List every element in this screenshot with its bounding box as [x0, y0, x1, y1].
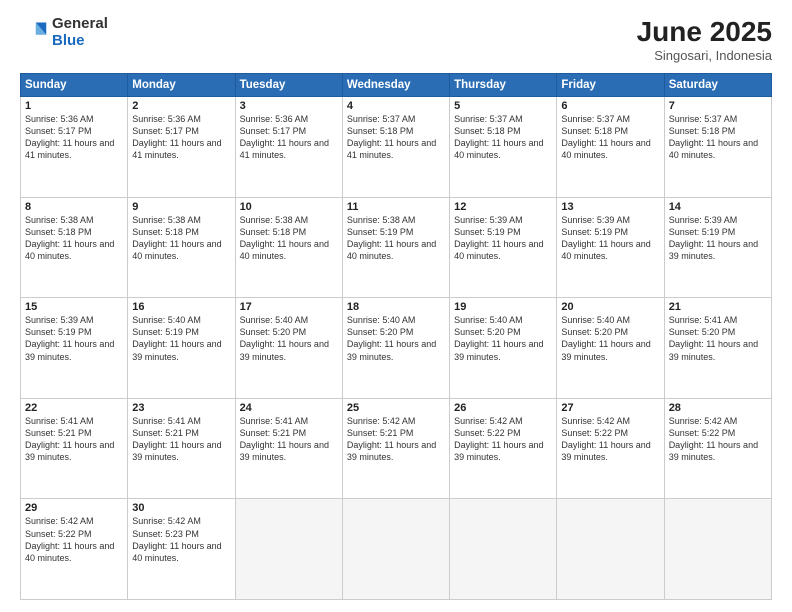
calendar-header-row: Sunday Monday Tuesday Wednesday Thursday…: [21, 74, 772, 97]
col-friday: Friday: [557, 74, 664, 97]
calendar-subtitle: Singosari, Indonesia: [637, 48, 772, 63]
table-row: 20 Sunrise: 5:40 AM Sunset: 5:20 PM Dayl…: [557, 298, 664, 399]
table-row: 18 Sunrise: 5:40 AM Sunset: 5:20 PM Dayl…: [342, 298, 449, 399]
table-row: 19 Sunrise: 5:40 AM Sunset: 5:20 PM Dayl…: [450, 298, 557, 399]
table-row: 23 Sunrise: 5:41 AM Sunset: 5:21 PM Dayl…: [128, 398, 235, 499]
table-row: 15 Sunrise: 5:39 AM Sunset: 5:19 PM Dayl…: [21, 298, 128, 399]
col-sunday: Sunday: [21, 74, 128, 97]
table-row: 27 Sunrise: 5:42 AM Sunset: 5:22 PM Dayl…: [557, 398, 664, 499]
table-row: 28 Sunrise: 5:42 AM Sunset: 5:22 PM Dayl…: [664, 398, 771, 499]
table-row: 29 Sunrise: 5:42 AM Sunset: 5:22 PM Dayl…: [21, 499, 128, 600]
table-row: [450, 499, 557, 600]
table-row: [235, 499, 342, 600]
table-row: 26 Sunrise: 5:42 AM Sunset: 5:22 PM Dayl…: [450, 398, 557, 499]
col-wednesday: Wednesday: [342, 74, 449, 97]
table-row: 16 Sunrise: 5:40 AM Sunset: 5:19 PM Dayl…: [128, 298, 235, 399]
logo-general-text: General: [52, 15, 108, 32]
page: General Blue June 2025 Singosari, Indone…: [0, 0, 792, 612]
table-row: 24 Sunrise: 5:41 AM Sunset: 5:21 PM Dayl…: [235, 398, 342, 499]
table-row: 10 Sunrise: 5:38 AM Sunset: 5:18 PM Dayl…: [235, 197, 342, 298]
table-row: 9 Sunrise: 5:38 AM Sunset: 5:18 PM Dayli…: [128, 197, 235, 298]
calendar-table: Sunday Monday Tuesday Wednesday Thursday…: [20, 73, 772, 600]
table-row: 17 Sunrise: 5:40 AM Sunset: 5:20 PM Dayl…: [235, 298, 342, 399]
table-row: 25 Sunrise: 5:42 AM Sunset: 5:21 PM Dayl…: [342, 398, 449, 499]
logo-blue-text: Blue: [52, 32, 85, 49]
col-tuesday: Tuesday: [235, 74, 342, 97]
table-row: 8 Sunrise: 5:38 AM Sunset: 5:18 PM Dayli…: [21, 197, 128, 298]
logo-text: General Blue: [52, 16, 108, 49]
title-block: June 2025 Singosari, Indonesia: [637, 16, 772, 63]
calendar-title: June 2025: [637, 16, 772, 48]
table-row: 14 Sunrise: 5:39 AM Sunset: 5:19 PM Dayl…: [664, 197, 771, 298]
table-row: 13 Sunrise: 5:39 AM Sunset: 5:19 PM Dayl…: [557, 197, 664, 298]
table-row: 4 Sunrise: 5:37 AM Sunset: 5:18 PM Dayli…: [342, 97, 449, 198]
table-row: 21 Sunrise: 5:41 AM Sunset: 5:20 PM Dayl…: [664, 298, 771, 399]
table-row: 6 Sunrise: 5:37 AM Sunset: 5:18 PM Dayli…: [557, 97, 664, 198]
table-row: 22 Sunrise: 5:41 AM Sunset: 5:21 PM Dayl…: [21, 398, 128, 499]
table-row: 12 Sunrise: 5:39 AM Sunset: 5:19 PM Dayl…: [450, 197, 557, 298]
logo-icon: [20, 19, 48, 47]
table-row: 2 Sunrise: 5:36 AM Sunset: 5:17 PM Dayli…: [128, 97, 235, 198]
col-saturday: Saturday: [664, 74, 771, 97]
header: General Blue June 2025 Singosari, Indone…: [20, 16, 772, 63]
table-row: 5 Sunrise: 5:37 AM Sunset: 5:18 PM Dayli…: [450, 97, 557, 198]
table-row: 11 Sunrise: 5:38 AM Sunset: 5:19 PM Dayl…: [342, 197, 449, 298]
logo: General Blue: [20, 16, 108, 49]
table-row: 7 Sunrise: 5:37 AM Sunset: 5:18 PM Dayli…: [664, 97, 771, 198]
table-row: [342, 499, 449, 600]
col-thursday: Thursday: [450, 74, 557, 97]
table-row: [557, 499, 664, 600]
col-monday: Monday: [128, 74, 235, 97]
table-row: 3 Sunrise: 5:36 AM Sunset: 5:17 PM Dayli…: [235, 97, 342, 198]
table-row: [664, 499, 771, 600]
table-row: 1 Sunrise: 5:36 AM Sunset: 5:17 PM Dayli…: [21, 97, 128, 198]
table-row: 30 Sunrise: 5:42 AM Sunset: 5:23 PM Dayl…: [128, 499, 235, 600]
